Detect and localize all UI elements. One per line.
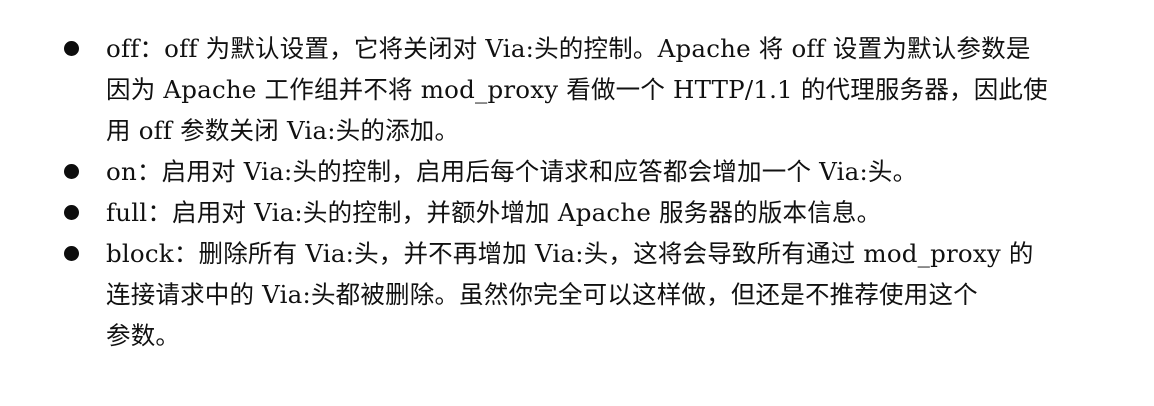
list-item-full: full：启用对 Via:头的控制，并额外增加 Apache 服务器的版本信息。 [62, 192, 1112, 233]
list-item-off: off：off 为默认设置，它将关闭对 Via:头的控制。Apache 将 of… [62, 28, 1112, 151]
text-line: 连接请求中的 Via:头都被删除。虽然你完全可以这样做，但还是不推荐使用这个 [106, 280, 978, 309]
text-line: 参数。 [106, 321, 181, 350]
text-line: 因为 Apache 工作组并不将 mod_proxy 看做一个 HTTP/1.1… [106, 75, 1048, 104]
bullet-list: off：off 为默认设置，它将关闭对 Via:头的控制。Apache 将 of… [62, 28, 1112, 356]
list-item-block: block：删除所有 Via:头，并不再增加 Via:头，这将会导致所有通过 m… [62, 233, 1112, 356]
text-line: off：off 为默认设置，它将关闭对 Via:头的控制。Apache 将 of… [106, 34, 1031, 63]
text-line: 用 off 参数关闭 Via:头的添加。 [106, 116, 460, 145]
text-line: block：删除所有 Via:头，并不再增加 Via:头，这将会导致所有通过 m… [106, 239, 1034, 268]
text-line: on：启用对 Via:头的控制，启用后每个请求和应答都会增加一个 Via:头。 [106, 157, 918, 186]
bullet-dot-icon [64, 41, 79, 56]
bullet-dot-icon [64, 205, 79, 220]
bullet-dot-icon [64, 246, 79, 261]
bullet-dot-icon [64, 164, 79, 179]
text-line: full：启用对 Via:头的控制，并额外增加 Apache 服务器的版本信息。 [106, 198, 882, 227]
list-item-on: on：启用对 Via:头的控制，启用后每个请求和应答都会增加一个 Via:头。 [62, 151, 1112, 192]
